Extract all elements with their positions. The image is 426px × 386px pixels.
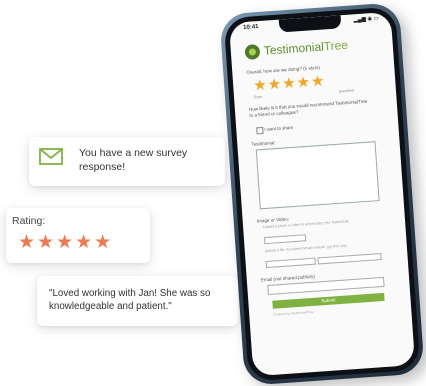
star-rating-input[interactable]: ★★★★★ — [253, 73, 326, 95]
upload-button[interactable] — [263, 234, 307, 245]
logo-name: TestimonialTree — [263, 37, 349, 58]
rating-stars: ★★★★★ — [18, 232, 114, 253]
quote-text: "Loved working with Jan! She was so know… — [49, 288, 211, 312]
phone-screen: 10:41 ▂▄▆ ◉ ▭ TestimonialTree Overall, h… — [228, 11, 416, 377]
status-time: 10:41 — [243, 24, 259, 32]
share-checkbox-label: I want to share — [264, 124, 294, 132]
upload-field-1[interactable] — [265, 257, 316, 269]
testimonial-textarea[interactable] — [255, 141, 380, 210]
powered-by-footer: Powered by TestimonialTree — [273, 309, 314, 317]
scale-high-label: Excellent — [338, 88, 355, 94]
tree-logo-icon — [244, 43, 261, 60]
upload-help-text: Upload a file. Accepted formats include … — [264, 243, 348, 254]
scale-low-label: Poor — [253, 94, 263, 100]
status-icons: ▂▄▆ ◉ ▭ — [353, 15, 380, 24]
upload-field-2[interactable] — [317, 253, 382, 265]
question-recommend: How likely is it that you would recommen… — [248, 98, 368, 118]
submit-button[interactable]: Submit — [272, 292, 385, 309]
envelope-icon — [39, 148, 63, 165]
phone-mockup: 10:41 ▂▄▆ ◉ ▭ TestimonialTree Overall, h… — [219, 2, 425, 386]
testimonialtree-logo: TestimonialTree — [244, 35, 348, 62]
rating-card: Rating: ★★★★★ — [6, 208, 150, 263]
rating-label: Rating: — [12, 215, 46, 227]
notification-message: You have a new survey response! — [79, 147, 188, 173]
share-checkbox[interactable] — [256, 126, 264, 135]
notification-card[interactable]: You have a new survey response! — [29, 137, 225, 186]
quote-card: "Loved working with Jan! She was so know… — [37, 276, 238, 326]
